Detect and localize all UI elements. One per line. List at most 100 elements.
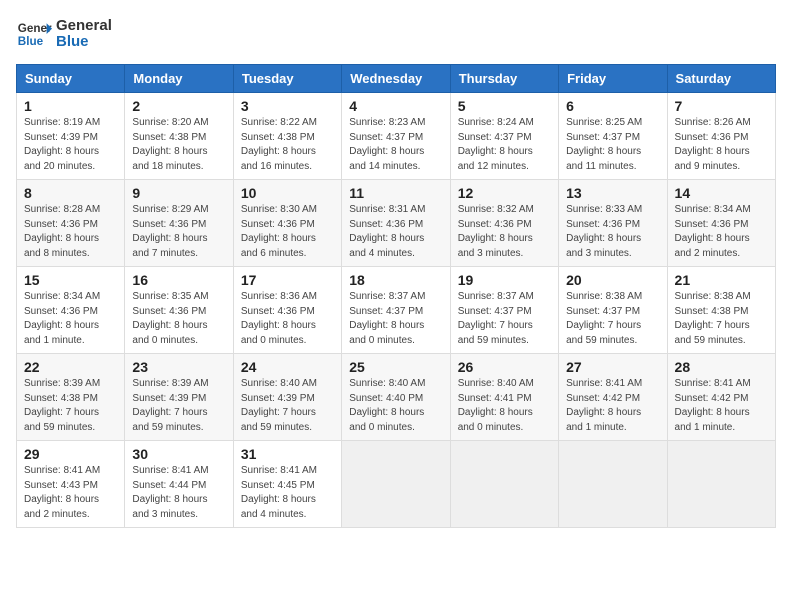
calendar-cell: 2 Sunrise: 8:20 AMSunset: 4:38 PMDaylight… xyxy=(125,93,233,180)
day-info: Sunrise: 8:41 AMSunset: 4:43 PMDaylight:… xyxy=(24,464,117,522)
day-info: Sunrise: 8:40 AMSunset: 4:39 PMDaylight:… xyxy=(241,377,334,435)
calendar-cell: 7 Sunrise: 8:26 AMSunset: 4:36 PMDaylight… xyxy=(667,93,775,180)
calendar-cell: 19 Sunrise: 8:37 AMSunset: 4:37 PMDayligh… xyxy=(450,267,558,354)
calendar-cell: 16 Sunrise: 8:35 AMSunset: 4:36 PMDayligh… xyxy=(125,267,233,354)
calendar-cell xyxy=(450,441,558,528)
day-number: 24 xyxy=(241,359,334,375)
calendar-cell: 17Sunrise: 8:36 AMSunset: 4:36 PMDayligh… xyxy=(233,267,341,354)
header-row: SundayMondayTuesdayWednesdayThursdayFrid… xyxy=(17,65,776,93)
calendar-cell: 26 Sunrise: 8:40 AMSunset: 4:41 PMDayligh… xyxy=(450,354,558,441)
logo-blue: Blue xyxy=(56,34,112,51)
day-number: 7 xyxy=(675,98,768,114)
calendar-cell: 31Sunrise: 8:41 AMSunset: 4:45 PMDayligh… xyxy=(233,441,341,528)
logo-icon: General Blue xyxy=(16,16,52,52)
logo-general: General xyxy=(56,18,112,35)
day-number: 22 xyxy=(24,359,117,375)
day-number: 19 xyxy=(458,272,551,288)
day-number: 9 xyxy=(132,185,225,201)
day-number: 21 xyxy=(675,272,768,288)
day-info: Sunrise: 8:41 AMSunset: 4:42 PMDaylight:… xyxy=(566,377,659,435)
calendar-cell: 8 Sunrise: 8:28 AMSunset: 4:36 PMDaylight… xyxy=(17,180,125,267)
calendar-cell: 13Sunrise: 8:33 AMSunset: 4:36 PMDayligh… xyxy=(559,180,667,267)
day-info: Sunrise: 8:37 AMSunset: 4:37 PMDaylight:… xyxy=(458,290,551,348)
day-number: 10 xyxy=(241,185,334,201)
day-info: Sunrise: 8:39 AMSunset: 4:38 PMDaylight:… xyxy=(24,377,117,435)
calendar-cell: 29 Sunrise: 8:41 AMSunset: 4:43 PMDayligh… xyxy=(17,441,125,528)
calendar-cell: 22 Sunrise: 8:39 AMSunset: 4:38 PMDayligh… xyxy=(17,354,125,441)
day-number: 8 xyxy=(24,185,117,201)
calendar-body: 1Sunrise: 8:19 AMSunset: 4:39 PMDaylight… xyxy=(17,93,776,528)
header-thursday: Thursday xyxy=(450,65,558,93)
calendar-week-4: 22 Sunrise: 8:39 AMSunset: 4:38 PMDayligh… xyxy=(17,354,776,441)
day-number: 5 xyxy=(458,98,551,114)
logo: General Blue General Blue xyxy=(16,16,112,52)
calendar-cell: 1Sunrise: 8:19 AMSunset: 4:39 PMDaylight… xyxy=(17,93,125,180)
day-info: Sunrise: 8:41 AMSunset: 4:44 PMDaylight:… xyxy=(132,464,225,522)
calendar-week-2: 8 Sunrise: 8:28 AMSunset: 4:36 PMDaylight… xyxy=(17,180,776,267)
calendar-cell: 12Sunrise: 8:32 AMSunset: 4:36 PMDayligh… xyxy=(450,180,558,267)
day-info: Sunrise: 8:38 AMSunset: 4:37 PMDaylight:… xyxy=(566,290,659,348)
day-number: 12 xyxy=(458,185,551,201)
calendar-cell: 25Sunrise: 8:40 AMSunset: 4:40 PMDayligh… xyxy=(342,354,450,441)
day-info: Sunrise: 8:41 AMSunset: 4:42 PMDaylight:… xyxy=(675,377,768,435)
calendar-cell: 9 Sunrise: 8:29 AMSunset: 4:36 PMDaylight… xyxy=(125,180,233,267)
day-info: Sunrise: 8:40 AMSunset: 4:41 PMDaylight:… xyxy=(458,377,551,435)
day-info: Sunrise: 8:23 AMSunset: 4:37 PMDaylight:… xyxy=(349,116,442,174)
day-number: 6 xyxy=(566,98,659,114)
day-number: 31 xyxy=(241,446,334,462)
day-info: Sunrise: 8:20 AMSunset: 4:38 PMDaylight:… xyxy=(132,116,225,174)
day-number: 30 xyxy=(132,446,225,462)
calendar-cell: 28 Sunrise: 8:41 AMSunset: 4:42 PMDayligh… xyxy=(667,354,775,441)
day-info: Sunrise: 8:28 AMSunset: 4:36 PMDaylight:… xyxy=(24,203,117,261)
header-tuesday: Tuesday xyxy=(233,65,341,93)
calendar-cell: 30 Sunrise: 8:41 AMSunset: 4:44 PMDayligh… xyxy=(125,441,233,528)
day-info: Sunrise: 8:40 AMSunset: 4:40 PMDaylight:… xyxy=(349,377,442,435)
header-sunday: Sunday xyxy=(17,65,125,93)
day-info: Sunrise: 8:31 AMSunset: 4:36 PMDaylight:… xyxy=(349,203,442,261)
calendar-cell: 4 Sunrise: 8:23 AMSunset: 4:37 PMDaylight… xyxy=(342,93,450,180)
calendar-cell: 20Sunrise: 8:38 AMSunset: 4:37 PMDayligh… xyxy=(559,267,667,354)
calendar-cell: 10 Sunrise: 8:30 AMSunset: 4:36 PMDayligh… xyxy=(233,180,341,267)
day-info: Sunrise: 8:26 AMSunset: 4:36 PMDaylight:… xyxy=(675,116,768,174)
day-number: 16 xyxy=(132,272,225,288)
calendar-cell: 24 Sunrise: 8:40 AMSunset: 4:39 PMDayligh… xyxy=(233,354,341,441)
calendar-cell: 3 Sunrise: 8:22 AMSunset: 4:38 PMDaylight… xyxy=(233,93,341,180)
day-number: 15 xyxy=(24,272,117,288)
day-info: Sunrise: 8:37 AMSunset: 4:37 PMDaylight:… xyxy=(349,290,442,348)
day-info: Sunrise: 8:19 AMSunset: 4:39 PMDaylight:… xyxy=(24,116,117,174)
day-number: 14 xyxy=(675,185,768,201)
day-info: Sunrise: 8:30 AMSunset: 4:36 PMDaylight:… xyxy=(241,203,334,261)
calendar-cell xyxy=(559,441,667,528)
svg-text:Blue: Blue xyxy=(18,35,44,48)
calendar-cell: 6Sunrise: 8:25 AMSunset: 4:37 PMDaylight… xyxy=(559,93,667,180)
calendar-cell: 21Sunrise: 8:38 AMSunset: 4:38 PMDayligh… xyxy=(667,267,775,354)
calendar-cell: 18 Sunrise: 8:37 AMSunset: 4:37 PMDayligh… xyxy=(342,267,450,354)
day-info: Sunrise: 8:34 AMSunset: 4:36 PMDaylight:… xyxy=(24,290,117,348)
header-monday: Monday xyxy=(125,65,233,93)
day-info: Sunrise: 8:22 AMSunset: 4:38 PMDaylight:… xyxy=(241,116,334,174)
calendar-cell: 15 Sunrise: 8:34 AMSunset: 4:36 PMDayligh… xyxy=(17,267,125,354)
day-info: Sunrise: 8:36 AMSunset: 4:36 PMDaylight:… xyxy=(241,290,334,348)
day-number: 23 xyxy=(132,359,225,375)
day-info: Sunrise: 8:29 AMSunset: 4:36 PMDaylight:… xyxy=(132,203,225,261)
day-info: Sunrise: 8:24 AMSunset: 4:37 PMDaylight:… xyxy=(458,116,551,174)
day-number: 26 xyxy=(458,359,551,375)
calendar-week-3: 15 Sunrise: 8:34 AMSunset: 4:36 PMDayligh… xyxy=(17,267,776,354)
day-info: Sunrise: 8:39 AMSunset: 4:39 PMDaylight:… xyxy=(132,377,225,435)
day-number: 13 xyxy=(566,185,659,201)
day-number: 18 xyxy=(349,272,442,288)
day-info: Sunrise: 8:35 AMSunset: 4:36 PMDaylight:… xyxy=(132,290,225,348)
day-number: 27 xyxy=(566,359,659,375)
day-number: 29 xyxy=(24,446,117,462)
calendar-week-5: 29 Sunrise: 8:41 AMSunset: 4:43 PMDayligh… xyxy=(17,441,776,528)
calendar-cell: 23 Sunrise: 8:39 AMSunset: 4:39 PMDayligh… xyxy=(125,354,233,441)
calendar-header: SundayMondayTuesdayWednesdayThursdayFrid… xyxy=(17,65,776,93)
calendar-table: SundayMondayTuesdayWednesdayThursdayFrid… xyxy=(16,64,776,528)
day-number: 28 xyxy=(675,359,768,375)
day-number: 3 xyxy=(241,98,334,114)
day-number: 4 xyxy=(349,98,442,114)
day-number: 2 xyxy=(132,98,225,114)
calendar-cell: 27 Sunrise: 8:41 AMSunset: 4:42 PMDayligh… xyxy=(559,354,667,441)
calendar-week-1: 1Sunrise: 8:19 AMSunset: 4:39 PMDaylight… xyxy=(17,93,776,180)
page-header: General Blue General Blue xyxy=(16,16,776,52)
